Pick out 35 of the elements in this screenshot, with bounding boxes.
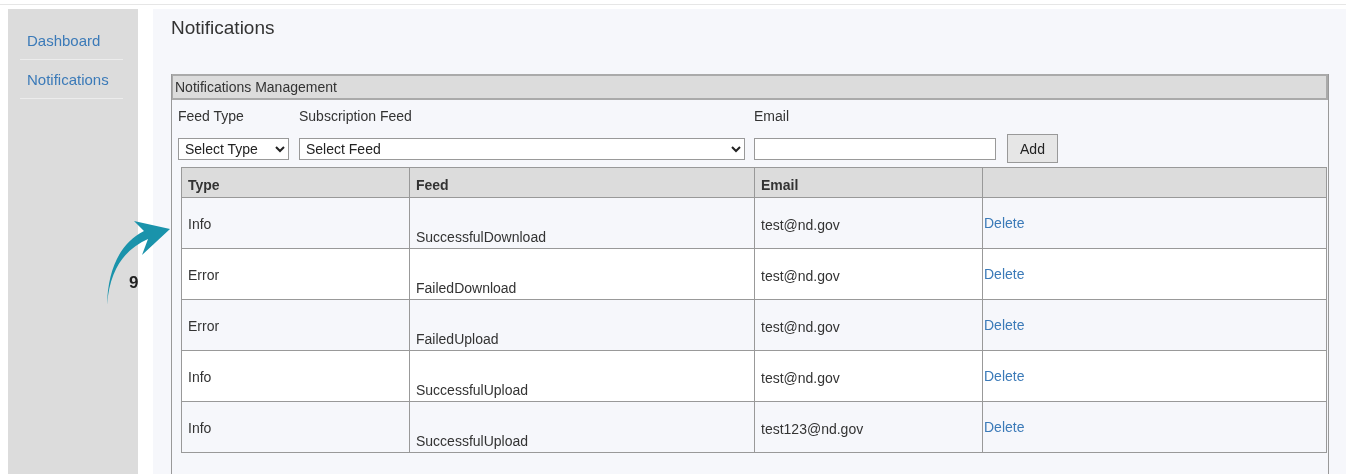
table-cell: FailedDownload xyxy=(416,280,517,296)
table-cell: test@nd.gov xyxy=(761,268,840,284)
delete-link[interactable]: Delete xyxy=(984,368,1025,384)
column-header: Email xyxy=(754,167,983,198)
table-cell: FailedUpload xyxy=(416,331,499,347)
panel-title: Notifications Management xyxy=(172,74,1328,100)
page-title: Notifications xyxy=(171,17,275,39)
sidebar-link[interactable]: Dashboard xyxy=(20,21,123,60)
table-cell: Error xyxy=(188,267,220,283)
table-cell: SuccessfulDownload xyxy=(416,229,546,245)
table-cell: Error xyxy=(188,318,220,334)
delete-link[interactable]: Delete xyxy=(984,266,1025,282)
field-label: Feed Type xyxy=(178,108,244,124)
column-header: Type xyxy=(181,167,410,198)
field-label: Email xyxy=(754,108,789,124)
column-header: Feed xyxy=(409,167,755,198)
delete-link[interactable]: Delete xyxy=(984,419,1025,435)
type-dropdown[interactable]: Select Type xyxy=(178,137,289,160)
table-cell: SuccessfulUpload xyxy=(416,433,529,449)
table-cell: Info xyxy=(188,216,212,232)
table-cell: Info xyxy=(188,369,212,385)
table-cell: test@nd.gov xyxy=(761,319,840,335)
delete-link[interactable]: Delete xyxy=(984,215,1025,231)
delete-link[interactable]: Delete xyxy=(984,317,1025,333)
table-cell: SuccessfulUpload xyxy=(416,382,529,398)
table-cell: test@nd.gov xyxy=(761,370,840,386)
field-label: Subscription Feed xyxy=(299,108,412,124)
table-cell: test123@nd.gov xyxy=(761,421,864,437)
email-input[interactable] xyxy=(754,137,996,160)
add-button[interactable]: Add xyxy=(1007,134,1058,163)
sidebar-link[interactable]: Notifications xyxy=(20,60,123,99)
table-cell: test@nd.gov xyxy=(761,217,840,233)
table-cell: Info xyxy=(188,420,212,436)
callout-number: 9 xyxy=(129,273,139,293)
feed-dropdown[interactable]: Select Feed xyxy=(299,137,745,160)
